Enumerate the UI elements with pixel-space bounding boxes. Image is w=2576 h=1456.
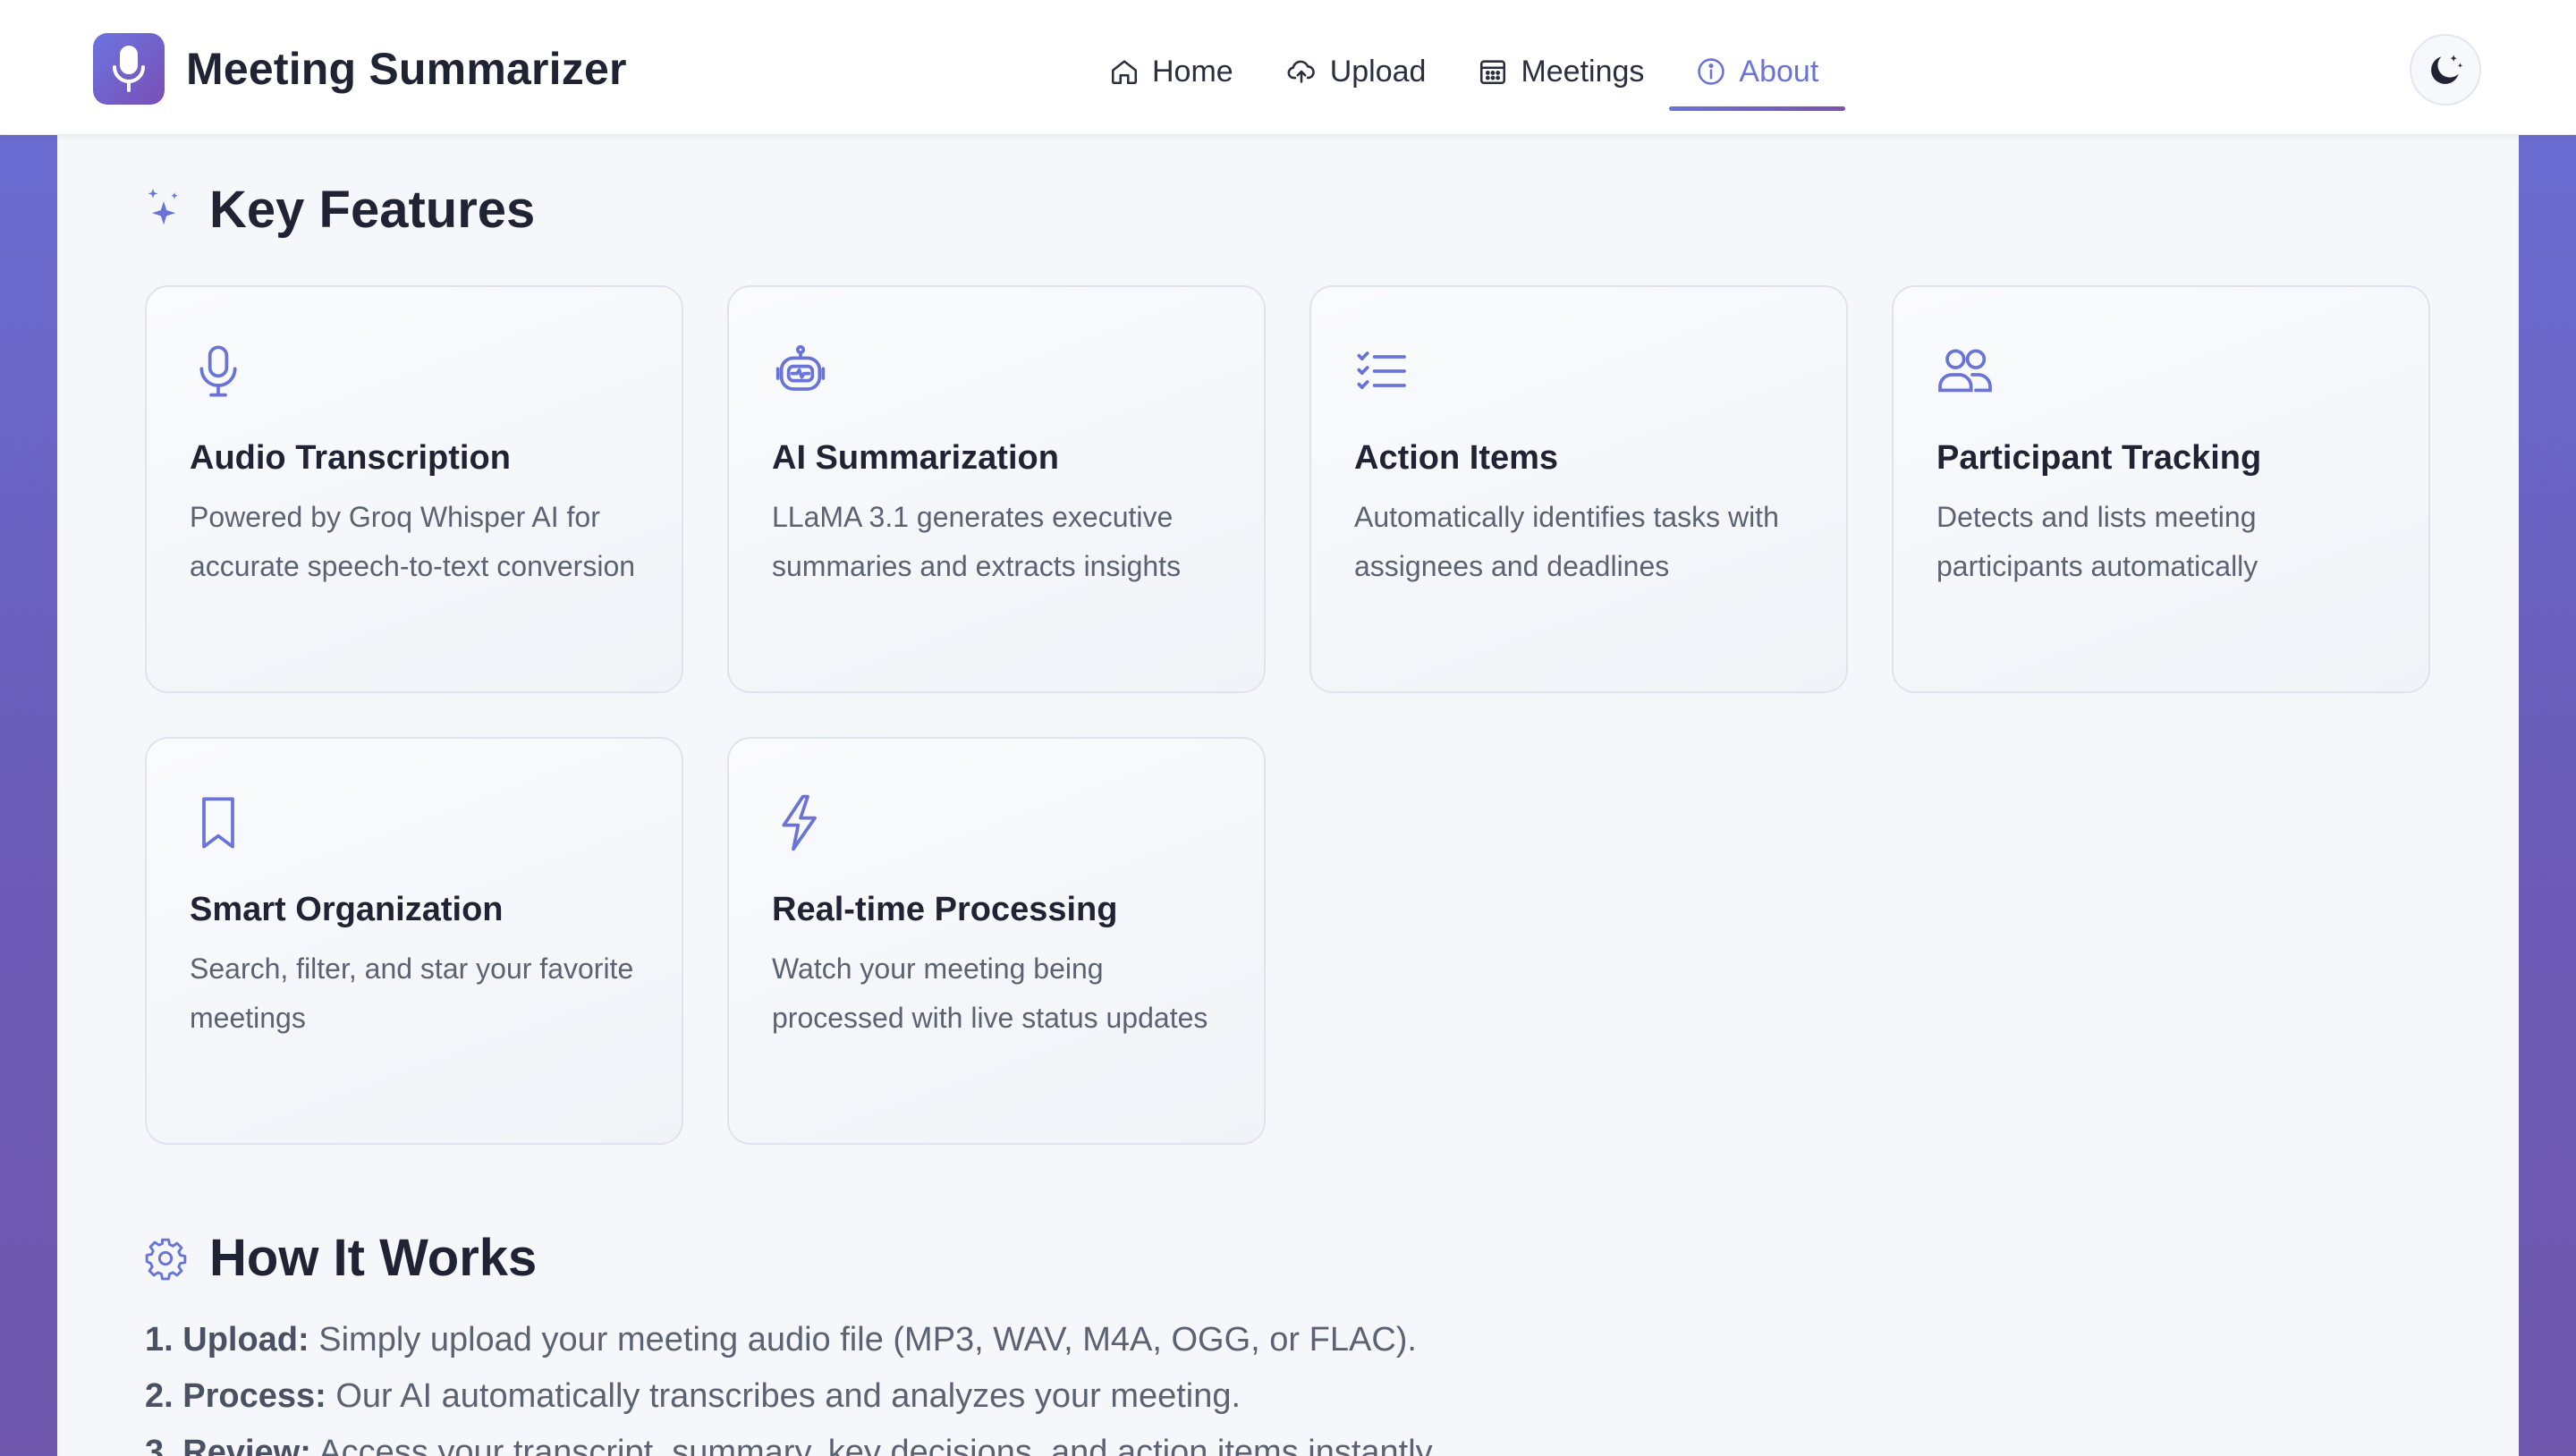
feature-card-participant-tracking: Participant Tracking Detects and lists m… xyxy=(1892,285,2430,693)
step-text: Our AI automatically transcribes and ana… xyxy=(326,1377,1241,1415)
step-text: Access your transcript, summary, key dec… xyxy=(310,1434,1440,1456)
home-icon xyxy=(1111,60,1138,85)
feature-description: Powered by Groq Whisper AI for accurate … xyxy=(190,501,636,582)
feature-card-ai-summarization: AI Summarization LLaMA 3.1 generates exe… xyxy=(727,285,1266,693)
nav-about-label: About xyxy=(1739,54,1819,89)
how-it-works-title: How It Works xyxy=(209,1229,538,1287)
step-text: Simply upload your meeting audio file (M… xyxy=(309,1321,1417,1359)
step-review: 3. Review: Access your transcript, summa… xyxy=(145,1425,1844,1456)
cloud-upload-icon xyxy=(1287,60,1315,83)
feature-title: Action Items xyxy=(1354,439,1559,477)
checklist-icon xyxy=(1354,343,1411,400)
nav-about[interactable]: About xyxy=(1669,36,1846,111)
nav-meetings[interactable]: Meetings xyxy=(1478,36,1644,107)
about-panel: Key Features Audio Transcription Powered… xyxy=(57,135,2519,1456)
step-upload: 1. Upload: Simply upload your meeting au… xyxy=(145,1312,1844,1368)
feature-description: Watch your meeting being processed with … xyxy=(772,952,1208,1034)
step-label: 2. Process: xyxy=(145,1377,326,1415)
theme-toggle-button[interactable] xyxy=(2410,34,2481,106)
main-nav: Home Upload Meetings About xyxy=(1109,36,1870,111)
nav-upload[interactable]: Upload xyxy=(1285,36,1427,107)
feature-title: AI Summarization xyxy=(772,439,1059,477)
nav-home-label: Home xyxy=(1152,54,1233,89)
nav-upload-label: Upload xyxy=(1329,54,1427,89)
calendar-icon xyxy=(1480,60,1506,85)
step-process: 2. Process: Our AI automatically transcr… xyxy=(145,1368,1844,1425)
step-label: 1. Upload: xyxy=(145,1321,309,1359)
feature-title: Smart Organization xyxy=(190,891,504,928)
feature-card-real-time-processing: Real-time Processing Watch your meeting … xyxy=(727,737,1266,1145)
feature-description: Detects and lists meeting participants a… xyxy=(1936,501,2258,582)
gear-icon xyxy=(143,1236,188,1281)
bookmark-icon xyxy=(190,794,247,851)
feature-title: Real-time Processing xyxy=(772,891,1118,928)
feature-description: Automatically identifies tasks with assi… xyxy=(1354,501,1779,582)
lightning-icon xyxy=(772,794,829,851)
microphone-logo-icon xyxy=(93,33,165,105)
robot-icon xyxy=(772,343,829,400)
key-features-title: Key Features xyxy=(209,181,536,239)
sparkles-icon xyxy=(143,188,188,233)
how-it-works-steps: 1. Upload: Simply upload your meeting au… xyxy=(145,1312,1844,1456)
feature-card-audio-transcription: Audio Transcription Powered by Groq Whis… xyxy=(145,285,683,693)
nav-home[interactable]: Home xyxy=(1109,36,1233,107)
brand[interactable]: Meeting Summarizer xyxy=(93,33,627,105)
top-navbar: Meeting Summarizer Home Upload Meetings xyxy=(0,0,2576,135)
info-icon xyxy=(1698,58,1725,85)
how-it-works-heading: How It Works xyxy=(143,1228,537,1288)
moon-icon xyxy=(2431,55,2463,84)
people-icon xyxy=(1936,343,1994,400)
feature-title: Audio Transcription xyxy=(190,439,511,477)
feature-title: Participant Tracking xyxy=(1936,439,2262,477)
feature-description: Search, filter, and star your favorite m… xyxy=(190,952,634,1034)
key-features-heading: Key Features xyxy=(143,180,535,240)
nav-meetings-label: Meetings xyxy=(1521,54,1645,89)
feature-card-action-items: Action Items Automatically identifies ta… xyxy=(1309,285,1848,693)
feature-description: LLaMA 3.1 generates executive summaries … xyxy=(772,501,1182,582)
microphone-icon xyxy=(190,343,247,400)
feature-card-smart-organization: Smart Organization Search, filter, and s… xyxy=(145,737,683,1145)
app-title: Meeting Summarizer xyxy=(186,44,627,94)
step-label: 3. Review: xyxy=(145,1434,311,1456)
